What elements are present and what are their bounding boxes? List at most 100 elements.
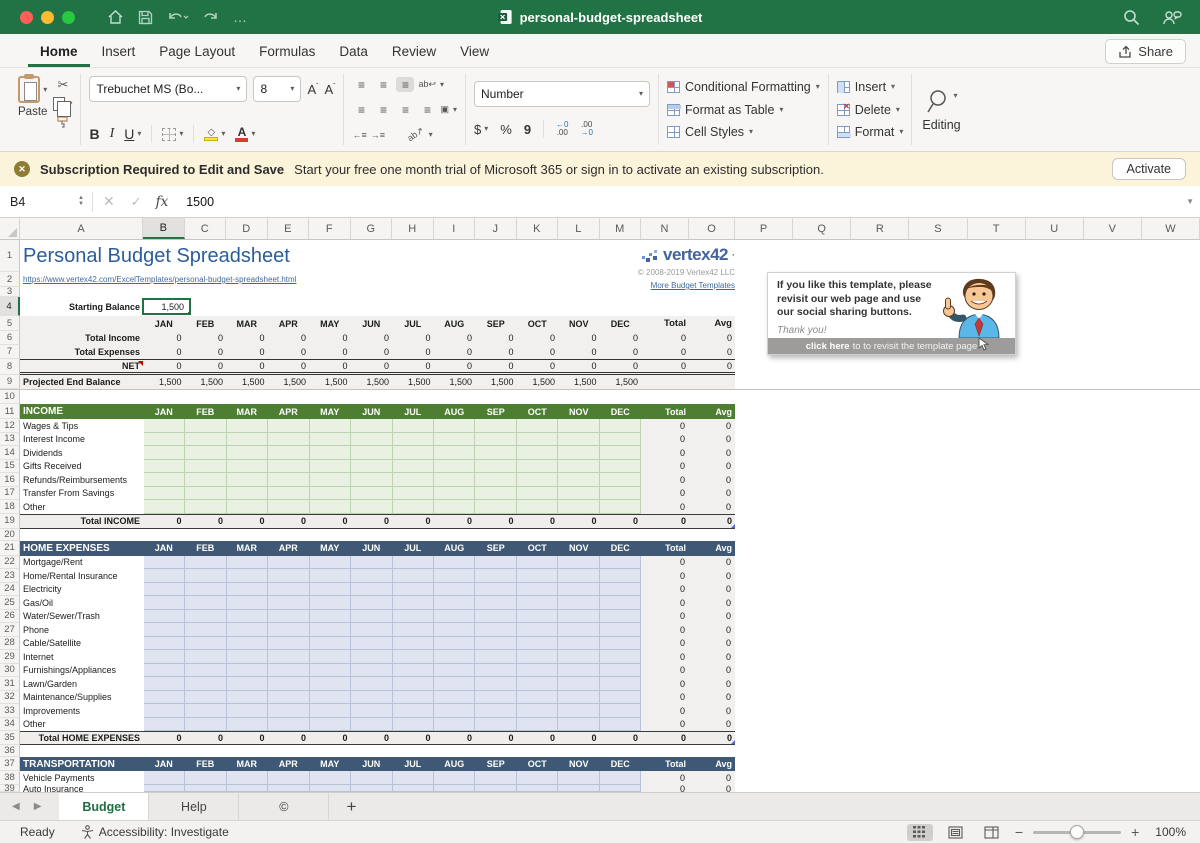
month-header[interactable]: FEB — [185, 541, 227, 556]
data-cell[interactable] — [434, 664, 475, 678]
data-cell[interactable] — [517, 596, 558, 610]
column-header-P[interactable]: P — [735, 218, 793, 239]
data-cell[interactable] — [475, 718, 516, 732]
column-header-G[interactable]: G — [351, 218, 393, 239]
borders-button[interactable] — [162, 128, 176, 141]
section-total-value[interactable]: 0 — [351, 732, 393, 744]
data-cell[interactable] — [517, 583, 558, 597]
column-header-I[interactable]: I — [434, 218, 476, 239]
data-cell[interactable] — [144, 500, 185, 514]
row-header-5[interactable]: 5 — [0, 316, 20, 331]
data-cell[interactable] — [558, 446, 599, 460]
summary-value[interactable]: 0 — [475, 360, 517, 372]
underline-button[interactable]: U — [124, 126, 134, 142]
sheet-tab-help[interactable]: Help — [149, 793, 239, 820]
data-cell[interactable] — [475, 433, 516, 447]
data-cell[interactable] — [434, 771, 475, 785]
data-cell[interactable] — [517, 446, 558, 460]
data-cell[interactable] — [351, 583, 392, 597]
data-cell[interactable] — [558, 500, 599, 514]
data-cell[interactable] — [351, 446, 392, 460]
data-cell[interactable] — [475, 785, 516, 792]
projected-end-balance-label[interactable]: Projected End Balance — [20, 375, 143, 389]
data-cell[interactable] — [434, 473, 475, 487]
data-cell[interactable] — [185, 556, 226, 570]
section-total-value[interactable]: 0 — [185, 515, 227, 528]
orientation-button[interactable]: ab↗ — [405, 125, 426, 144]
item-label[interactable]: Mortgage/Rent — [20, 556, 143, 570]
data-cell[interactable] — [434, 623, 475, 637]
bold-button[interactable]: B — [89, 126, 99, 142]
item-label[interactable]: Cable/Satellite — [20, 637, 143, 651]
data-cell[interactable] — [268, 433, 309, 447]
data-cell[interactable] — [475, 664, 516, 678]
item-label[interactable]: Gas/Oil — [20, 596, 143, 610]
data-cell[interactable] — [310, 650, 351, 664]
row-header-29[interactable]: 29 — [0, 650, 20, 664]
item-label[interactable]: Other — [20, 500, 143, 514]
number-format-select[interactable]: Number▾ — [474, 81, 650, 107]
data-cell[interactable] — [558, 637, 599, 651]
data-cell[interactable] — [434, 433, 475, 447]
data-cell[interactable] — [144, 718, 185, 732]
data-cell[interactable] — [185, 637, 226, 651]
data-cell[interactable] — [558, 556, 599, 570]
data-cell[interactable] — [144, 771, 185, 785]
data-cell[interactable] — [558, 704, 599, 718]
data-cell[interactable] — [227, 596, 268, 610]
undo-button[interactable] — [167, 9, 189, 25]
row-header-13[interactable]: 13 — [0, 433, 20, 447]
column-header-N[interactable]: N — [641, 218, 689, 239]
summary-value[interactable]: 0 — [517, 331, 559, 345]
more-budget-templates-link[interactable]: More Budget Templates — [651, 281, 735, 290]
row-header-18[interactable]: 18 — [0, 500, 20, 514]
data-cell[interactable] — [144, 691, 185, 705]
data-cell[interactable] — [144, 785, 185, 792]
section-total-value[interactable]: 0 — [600, 732, 642, 744]
align-bottom-button[interactable]: ≡ — [396, 77, 414, 92]
italic-button[interactable]: I — [110, 126, 115, 142]
item-total[interactable]: 0 — [641, 460, 689, 474]
month-header[interactable]: JAN — [143, 404, 185, 419]
item-label[interactable]: Phone — [20, 623, 143, 637]
month-header[interactable]: NOV — [558, 316, 600, 331]
data-cell[interactable] — [393, 473, 434, 487]
sheet-tab-copyright[interactable]: © — [239, 793, 329, 820]
row-header-9[interactable]: 9 — [0, 375, 20, 389]
column-header-C[interactable]: C — [185, 218, 227, 239]
projected-value[interactable]: 1,500 — [600, 375, 642, 389]
name-box-stepper[interactable]: ▲▼ — [78, 196, 92, 207]
data-cell[interactable] — [517, 569, 558, 583]
data-cell[interactable] — [517, 704, 558, 718]
select-all-corner[interactable] — [0, 218, 20, 239]
data-cell[interactable] — [144, 460, 185, 474]
data-cell[interactable] — [558, 677, 599, 691]
data-cell[interactable] — [310, 556, 351, 570]
summary-value[interactable]: 0 — [268, 345, 310, 359]
summary-value[interactable]: 0 — [392, 331, 434, 345]
projected-value[interactable]: 1,500 — [475, 375, 517, 389]
data-cell[interactable] — [227, 677, 268, 691]
summary-value[interactable]: 0 — [392, 345, 434, 359]
data-cell[interactable] — [310, 785, 351, 792]
section-total-value[interactable]: 0 — [434, 732, 476, 744]
row-header-37[interactable]: 37 — [0, 757, 20, 771]
row-header-26[interactable]: 26 — [0, 610, 20, 624]
row-header-14[interactable]: 14 — [0, 446, 20, 460]
data-cell[interactable] — [351, 569, 392, 583]
item-avg[interactable]: 0 — [689, 718, 735, 732]
data-cell[interactable] — [227, 718, 268, 732]
data-cell[interactable] — [434, 596, 475, 610]
projected-value[interactable]: 1,500 — [517, 375, 559, 389]
summary-value[interactable]: 0 — [309, 360, 351, 372]
increase-decimal-button[interactable]: ←0.00 — [556, 121, 568, 137]
row-header-2[interactable]: 2 — [0, 272, 20, 287]
data-cell[interactable] — [393, 664, 434, 678]
data-cell[interactable] — [600, 596, 641, 610]
data-cell[interactable] — [600, 771, 641, 785]
data-cell[interactable] — [185, 446, 226, 460]
month-header[interactable]: MAR — [226, 316, 268, 331]
data-cell[interactable] — [310, 610, 351, 624]
data-cell[interactable] — [434, 460, 475, 474]
data-cell[interactable] — [144, 677, 185, 691]
